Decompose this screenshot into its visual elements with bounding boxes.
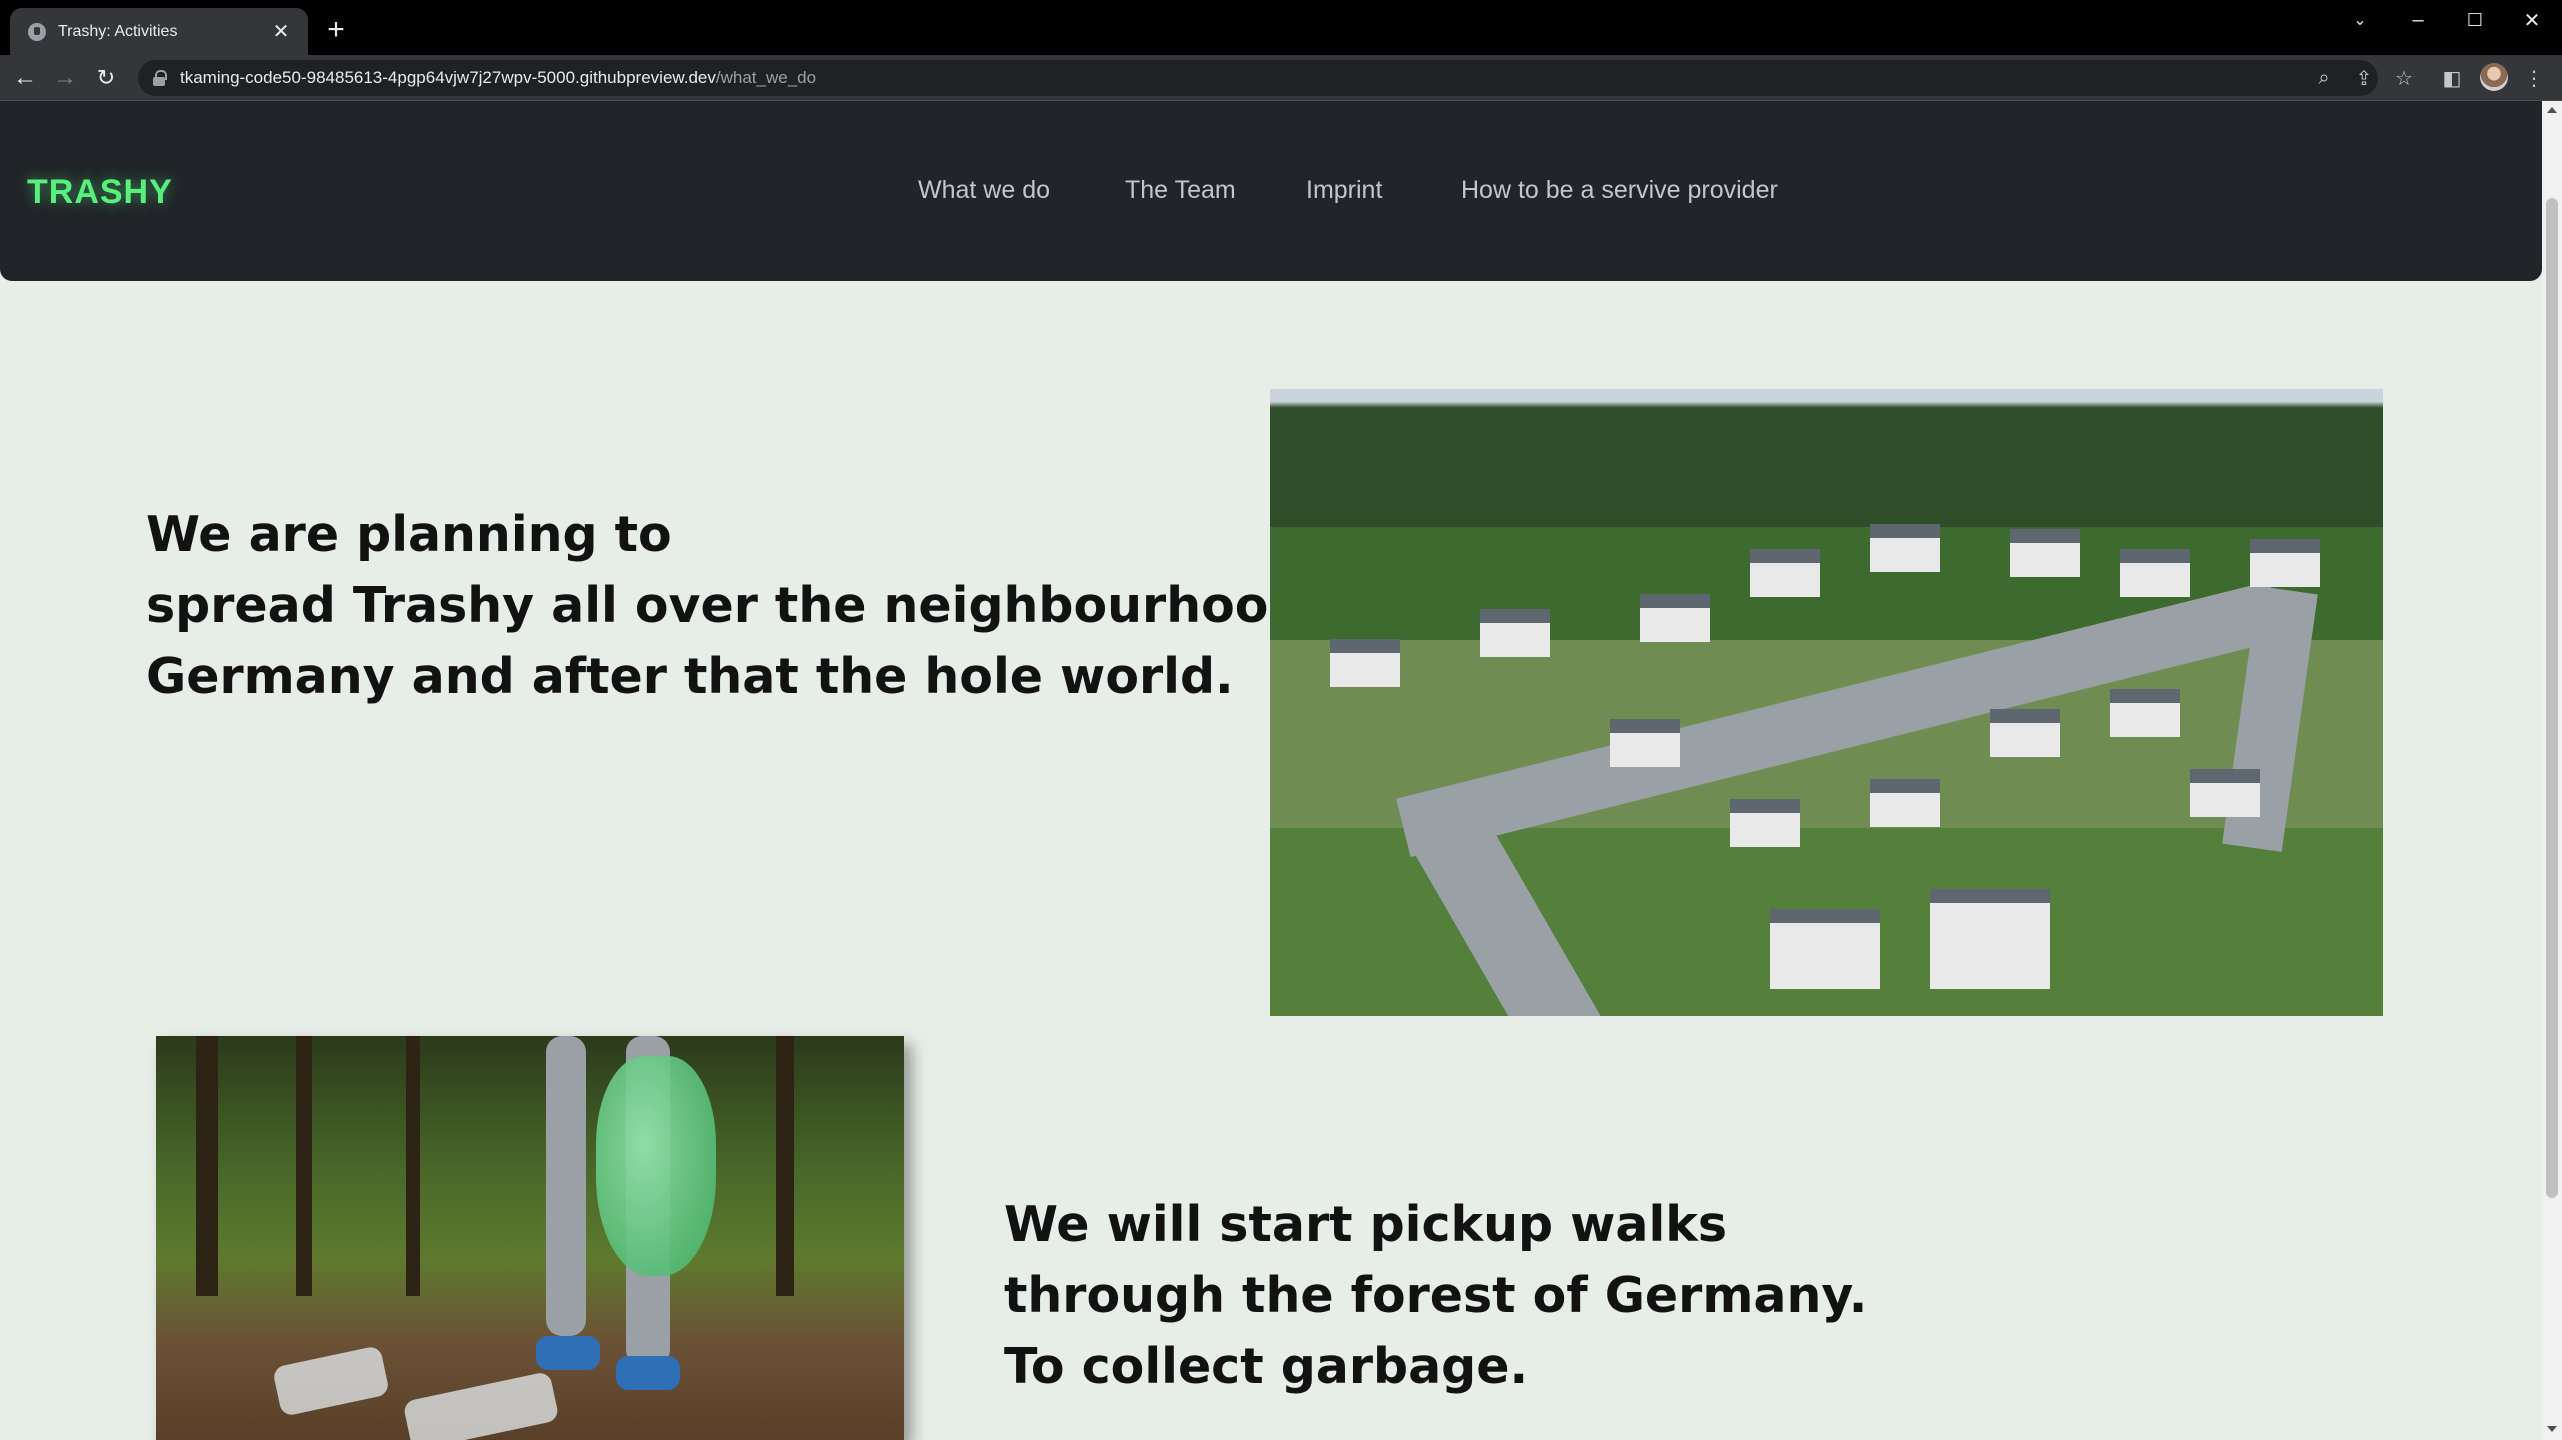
pickup-walks-text: We will start pickup walks through the f… <box>1004 1189 1867 1402</box>
address-bar[interactable]: tkaming-code50-98485613-4pgp64vjw7j27wpv… <box>138 60 2378 96</box>
nav-link-imprint[interactable]: Imprint <box>1306 176 1382 205</box>
maximize-icon[interactable]: ☐ <box>2447 0 2503 40</box>
nav-link-what-we-do[interactable]: What we do <box>918 176 1050 205</box>
planning-text: We are planning to spread Trashy all ove… <box>146 499 1405 712</box>
url-host: tkaming-code50-98485613-4pgp64vjw7j27wpv… <box>180 68 716 87</box>
aerial-neighbourhood-photo <box>1270 389 2383 1016</box>
new-tab-icon[interactable]: + <box>320 14 352 46</box>
scroll-up-icon[interactable] <box>2547 107 2557 113</box>
text-line: We will start pickup walks <box>1004 1196 1728 1253</box>
bookmark-star-icon[interactable]: ☆ <box>2390 64 2418 92</box>
tab-strip: Trashy: Activities ✕ + ⌄ – ☐ ✕ <box>0 0 2562 55</box>
nav-link-service-provider[interactable]: How to be a servive provider <box>1461 176 1778 205</box>
text-line: spread Trashy all over the neighbourhood… <box>146 577 1405 634</box>
back-icon[interactable]: ← <box>10 63 40 93</box>
brand-logo[interactable]: TRASHY <box>27 173 173 212</box>
share-icon[interactable]: ⇪ <box>2350 64 2378 92</box>
lock-icon[interactable] <box>152 70 167 86</box>
reload-icon[interactable]: ↻ <box>91 63 121 93</box>
tab-search-icon[interactable]: ⌄ <box>2332 0 2388 40</box>
profile-avatar[interactable] <box>2480 63 2508 91</box>
text-line: through the forest of Germany. <box>1004 1267 1868 1324</box>
zoom-icon[interactable]: ⌕ <box>2310 64 2338 92</box>
forest-trash-pickup-photo <box>156 1036 904 1440</box>
scroll-down-icon[interactable] <box>2547 1426 2557 1432</box>
url-path: /what_we_do <box>715 68 817 87</box>
text-line: We are planning to <box>146 506 672 563</box>
close-tab-icon[interactable]: ✕ <box>268 19 294 45</box>
browser-tab[interactable]: Trashy: Activities ✕ <box>10 8 308 55</box>
tab-title: Trashy: Activities <box>58 22 178 40</box>
minimize-icon[interactable]: – <box>2390 0 2446 40</box>
page-viewport: TRASHY What we do The Team Imprint How t… <box>0 101 2542 1440</box>
nav-link-the-team[interactable]: The Team <box>1125 176 1236 205</box>
text-line: To collect garbage. <box>1004 1338 1529 1395</box>
browser-toolbar: ← → ↻ tkaming-code50-98485613-4pgp64vjw7… <box>0 55 2562 101</box>
favicon-icon <box>28 22 46 41</box>
forward-icon[interactable]: → <box>50 63 80 93</box>
text-line: Germany and after that the hole world. <box>146 648 1234 705</box>
scroll-thumb[interactable] <box>2546 198 2558 1198</box>
close-window-icon[interactable]: ✕ <box>2504 0 2560 40</box>
page-scrollbar[interactable] <box>2542 101 2562 1440</box>
menu-icon[interactable]: ⋮ <box>2520 64 2548 92</box>
site-navbar: TRASHY What we do The Team Imprint How t… <box>0 101 2542 281</box>
side-panel-icon[interactable]: ◧ <box>2438 64 2466 92</box>
